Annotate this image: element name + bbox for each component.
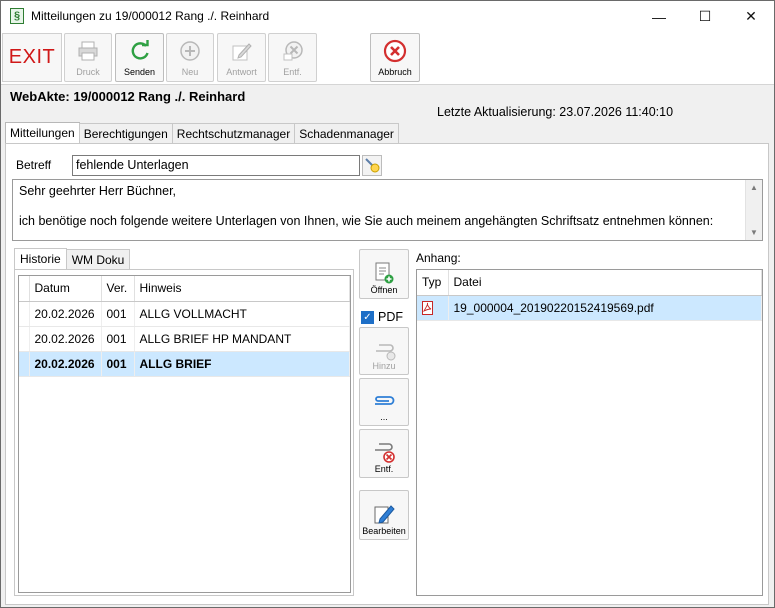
minimize-button[interactable]: — xyxy=(636,1,682,32)
cancel-button[interactable]: Abbruch xyxy=(370,33,420,82)
webakte-title: WebAkte: 19/000012 Rang ./. Reinhard xyxy=(10,89,246,104)
toolbar: EXIT Druck Senden Neu Antwort Entf. Abbr… xyxy=(1,32,774,85)
cell-ver: 001 xyxy=(101,301,135,327)
pdf-checkbox-label: PDF xyxy=(378,310,403,324)
cell-typ xyxy=(417,295,449,321)
cancel-x-icon xyxy=(382,38,408,64)
title-bar: § Mitteilungen zu 19/000012 Rang ./. Rei… xyxy=(1,1,774,32)
scroll-down-icon: ▼ xyxy=(750,228,758,237)
minimize-icon: — xyxy=(652,8,666,25)
attachments-grid: Typ Datei 19_000004_20190220152419569.pd… xyxy=(416,269,763,596)
open-button[interactable]: Öffnen xyxy=(359,249,409,299)
table-row[interactable]: 20.02.2026 001 ALLG VOLLMACHT xyxy=(19,301,350,327)
edit-label: Bearbeiten xyxy=(362,526,406,536)
betreff-input[interactable]: fehlende Unterlagen xyxy=(72,155,360,176)
search-tag-icon xyxy=(365,158,380,173)
close-icon: ✕ xyxy=(745,8,757,24)
betreff-picker-button[interactable] xyxy=(362,155,382,176)
new-button[interactable]: Neu xyxy=(166,33,214,82)
remove-button[interactable]: Entf. xyxy=(268,33,317,82)
edit-pencil-icon xyxy=(374,505,395,524)
plus-circle-icon xyxy=(177,38,203,64)
table-row-selected[interactable]: 20.02.2026 001 ALLG BRIEF xyxy=(19,351,350,377)
maximize-button[interactable]: ☐ xyxy=(682,1,728,32)
new-label: Neu xyxy=(181,67,199,77)
tab-mitteilungen[interactable]: Mitteilungen xyxy=(5,122,80,144)
main-tabs: Mitteilungen Berechtigungen Rechtschutzm… xyxy=(5,122,399,144)
cell-ver: 001 xyxy=(101,351,135,377)
printer-icon xyxy=(75,38,101,64)
open-document-icon xyxy=(375,262,394,284)
pdf-file-icon xyxy=(422,300,433,315)
checkbox-checked-icon: ✓ xyxy=(361,310,374,324)
close-button[interactable]: ✕ xyxy=(728,1,774,32)
send-label: Senden xyxy=(123,67,156,77)
column-header-ver[interactable]: Ver. xyxy=(101,276,135,302)
table-row[interactable]: 20.02.2026 001 ALLG BRIEF HP MANDANT xyxy=(19,326,350,352)
column-header-datum[interactable]: Datum xyxy=(29,276,102,302)
attachments-label: Anhang: xyxy=(416,251,461,265)
cell-ver: 001 xyxy=(101,326,135,352)
remove-attachment-label: Entf. xyxy=(374,464,394,474)
remove-attachment-button[interactable]: Entf. xyxy=(359,429,409,478)
column-header-hinweis[interactable]: Hinweis xyxy=(134,276,350,302)
tab-wm-doku[interactable]: WM Doku xyxy=(65,249,131,270)
message-scrollbar[interactable]: ▲ ▼ xyxy=(745,180,762,240)
history-tabs: Historie WM Doku xyxy=(14,248,131,270)
attach-file-label: ... xyxy=(380,412,388,422)
message-textarea[interactable]: Sehr geehrter Herr Büchner, ich benötige… xyxy=(12,179,763,241)
cell-hinweis: ALLG BRIEF HP MANDANT xyxy=(134,326,350,352)
pencil-icon xyxy=(229,38,255,64)
message-line-greeting: Sehr geehrter Herr Büchner, xyxy=(19,184,177,198)
cell-datum: 20.02.2026 xyxy=(29,351,102,377)
attachment-row[interactable]: 19_000004_20190220152419569.pdf xyxy=(417,295,762,321)
print-button[interactable]: Druck xyxy=(64,33,112,82)
add-attachment-label: Hinzu xyxy=(372,361,396,371)
paperclip-icon xyxy=(375,396,395,405)
history-panel: Datum Ver. Hinweis 20.02.2026 001 ALLG V… xyxy=(14,269,354,596)
cell-hinweis: ALLG BRIEF xyxy=(134,351,350,377)
send-button[interactable]: Senden xyxy=(115,33,164,82)
betreff-label: Betreff xyxy=(16,158,52,172)
remove-circle-icon xyxy=(280,38,306,64)
edit-button[interactable]: Bearbeiten xyxy=(359,490,409,540)
scroll-up-icon: ▲ xyxy=(750,183,758,192)
row-indicator-header xyxy=(19,276,30,302)
last-update-text: Letzte Aktualisierung: 23.07.2026 11:40:… xyxy=(437,105,674,119)
tab-berechtigungen[interactable]: Berechtigungen xyxy=(78,123,173,144)
cell-hinweis: ALLG VOLLMACHT xyxy=(134,301,350,327)
reply-label: Antwort xyxy=(226,67,257,77)
exit-button[interactable]: EXIT xyxy=(2,33,62,82)
tab-historie[interactable]: Historie xyxy=(14,248,67,270)
cancel-label: Abbruch xyxy=(378,67,412,77)
attach-file-button[interactable]: ... xyxy=(359,378,409,426)
cell-datum: 20.02.2026 xyxy=(29,326,102,352)
paperclip-add-icon xyxy=(376,344,396,361)
reply-button[interactable]: Antwort xyxy=(217,33,266,82)
open-label: Öffnen xyxy=(370,285,398,295)
remove-label: Entf. xyxy=(283,67,302,77)
paperclip-remove-icon xyxy=(375,443,395,463)
window-title: Mitteilungen zu 19/000012 Rang ./. Reinh… xyxy=(31,9,270,23)
column-header-datei[interactable]: Datei xyxy=(448,270,762,296)
history-grid: Datum Ver. Hinweis 20.02.2026 001 ALLG V… xyxy=(18,275,351,593)
add-attachment-button[interactable]: Hinzu xyxy=(359,327,409,375)
maximize-icon: ☐ xyxy=(698,8,712,24)
cell-datum: 20.02.2026 xyxy=(29,301,102,327)
print-label: Druck xyxy=(76,67,100,77)
app-icon: § xyxy=(10,8,24,24)
cell-datei: 19_000004_20190220152419569.pdf xyxy=(448,295,762,321)
message-line-body: ich benötige noch folgende weitere Unter… xyxy=(19,214,714,228)
refresh-icon xyxy=(127,38,153,64)
dialog-window: § Mitteilungen zu 19/000012 Rang ./. Rei… xyxy=(0,0,775,608)
tab-schadenmanager[interactable]: Schadenmanager xyxy=(294,123,399,144)
tab-rechtschutzmanager[interactable]: Rechtschutzmanager xyxy=(171,123,296,144)
column-header-typ[interactable]: Typ xyxy=(417,270,449,296)
pdf-checkbox[interactable]: ✓ PDF xyxy=(361,310,403,324)
